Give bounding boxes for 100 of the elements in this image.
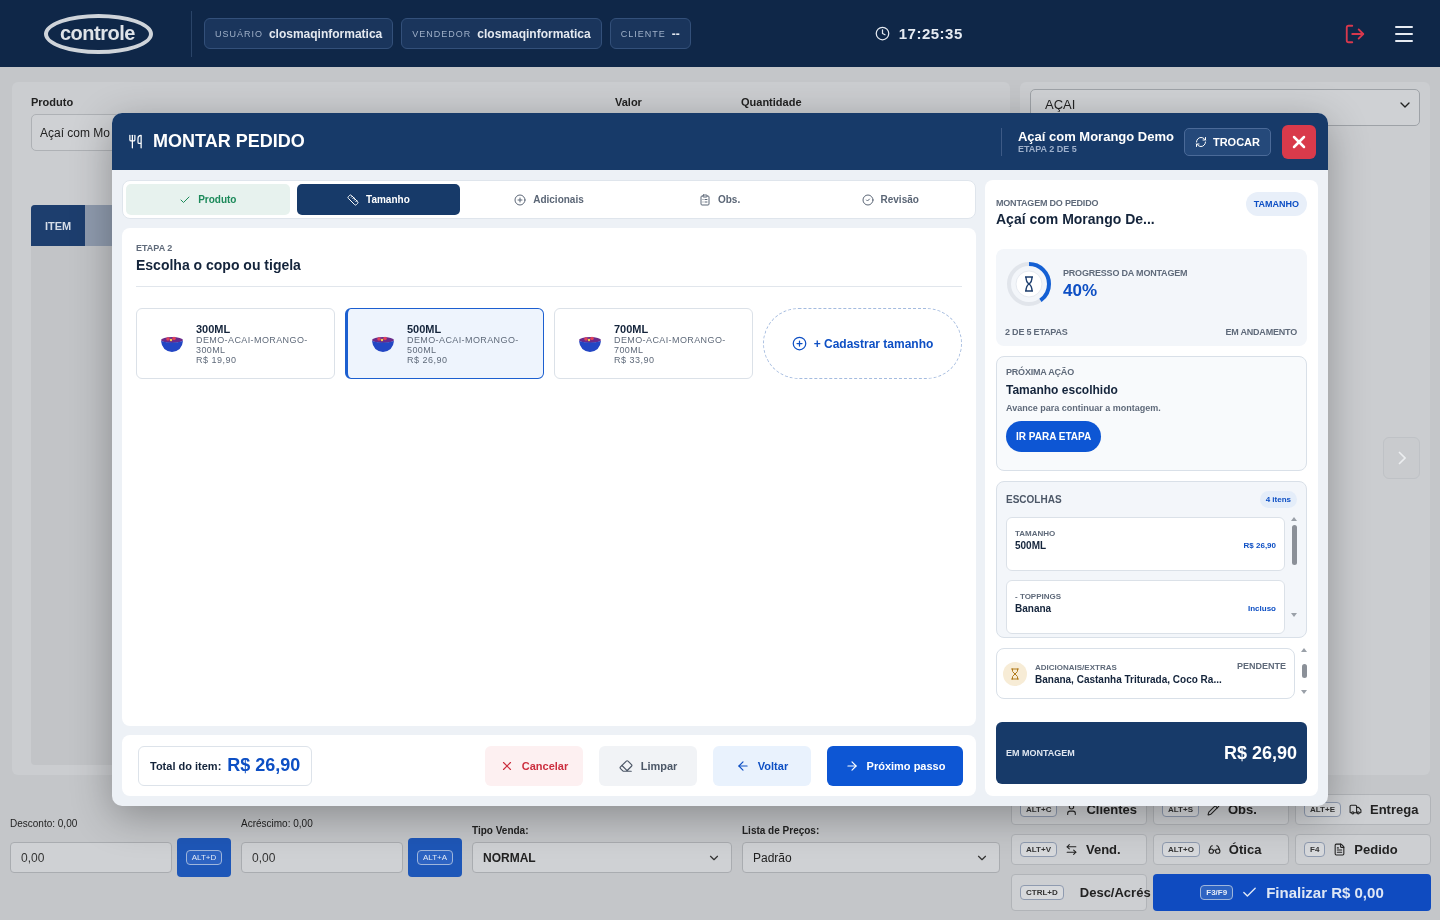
action-label: Vend.	[1085, 842, 1121, 857]
footer-button[interactable]: Limpar	[599, 745, 697, 786]
step-tab[interactable]: Tamanho	[296, 184, 461, 215]
action-label: Ótica	[1228, 842, 1262, 857]
key-cap: ALT+O	[1162, 842, 1200, 857]
step-tab[interactable]: Produto	[126, 184, 290, 215]
clipboard-icon	[698, 193, 711, 206]
check-circle-icon	[861, 193, 874, 206]
chip-value: closmaqinformatica	[477, 26, 591, 41]
arrow-right-icon	[844, 758, 859, 773]
size-code: DEMO-ACAI-MORANGO-300ML	[196, 334, 309, 355]
field-label: Lista de Preços:	[742, 825, 821, 836]
key-cap: F3/F9	[1200, 885, 1234, 900]
key-cap: ALT+D	[185, 850, 223, 865]
step-tab[interactable]: Obs.	[637, 184, 802, 215]
key-cap: ALT+A	[416, 850, 454, 865]
action-button[interactable]: F4 Pedido	[1295, 834, 1431, 865]
choice-group: TAMANHO	[1015, 529, 1056, 538]
go-to-step-button[interactable]: IR PARA ETAPA	[1006, 421, 1102, 452]
size-price: R$ 19,90	[196, 354, 238, 365]
total-label: EM MONTAGEM	[1006, 748, 1075, 758]
action-label: Pedido	[1354, 842, 1398, 857]
chevron-right-icon	[1397, 451, 1406, 465]
action-label: Entrega	[1369, 802, 1419, 817]
choice-price: R$ 26,90	[1243, 541, 1276, 550]
field-label: Quantidade	[741, 96, 802, 108]
action-button[interactable]: ALT+E Entrega	[1295, 794, 1431, 825]
arrow-left-icon	[735, 758, 750, 773]
logout-icon	[1344, 22, 1366, 45]
progress-percent: 40%	[1063, 280, 1099, 301]
summary-title: Açaí com Morango De...	[996, 211, 1155, 227]
shortcut-button[interactable]: ALT+A	[408, 838, 462, 877]
footer-button[interactable]: Voltar	[713, 745, 811, 786]
total-value: R$ 26,90	[1223, 742, 1297, 764]
action-title: Tamanho escolhido	[1006, 383, 1119, 397]
select-value: AÇAI	[1045, 97, 1076, 112]
size-option[interactable]: 300ML DEMO-ACAI-MORANGO-300ML R$ 19,90	[136, 308, 335, 379]
chip-value: closmaqinformatica	[268, 26, 383, 41]
user-icon	[1065, 803, 1079, 816]
size-name: 300ML	[196, 322, 232, 335]
amount-field[interactable]: 0,00	[241, 842, 403, 873]
clock-time: 17:25:35	[898, 25, 963, 42]
pencil-icon	[1206, 803, 1220, 816]
chip-label: USUÁRIO	[214, 28, 263, 39]
eraser-icon	[618, 758, 633, 773]
summary-eyebrow: MONTAGEM DO PEDIDO	[996, 198, 1100, 208]
field-label: Produto	[31, 96, 75, 108]
select-field[interactable]: NORMAL	[472, 842, 732, 873]
action-button[interactable]: ALT+V Vend.	[1011, 834, 1147, 865]
step-tab[interactable]: Revisão	[808, 184, 972, 215]
swap-button[interactable]: TROCAR	[1183, 127, 1271, 156]
plus-circle-icon	[514, 193, 527, 206]
close-button[interactable]	[1282, 124, 1316, 159]
total-value: R$ 26,90	[227, 755, 301, 776]
pending-status: PENDENTE	[1237, 661, 1286, 671]
glasses-icon	[1207, 843, 1221, 856]
size-option[interactable]: 500ML DEMO-ACAI-MORANGO-500ML R$ 26,90	[345, 308, 544, 379]
action-button[interactable]: ALT+O Ótica	[1153, 834, 1289, 865]
count-badge: 4 itens	[1259, 491, 1297, 508]
product-name: Açaí com Morango Demo	[1017, 129, 1174, 144]
action-button[interactable]: F3/F9 Finalizar R$ 0,00	[1153, 874, 1431, 911]
key-cap: F4	[1304, 842, 1326, 857]
refresh-icon	[1194, 135, 1207, 148]
footer-button[interactable]: Cancelar	[485, 745, 583, 786]
action-eyebrow: PRÓXIMA AÇÃO	[1006, 367, 1075, 377]
size-name: 500ML	[407, 322, 443, 335]
logout-button[interactable]	[1344, 22, 1366, 45]
size-price: R$ 33,90	[614, 354, 656, 365]
size-price: R$ 26,90	[407, 354, 449, 365]
clock-icon	[874, 26, 890, 41]
step-tab[interactable]: Adicionais	[467, 184, 631, 215]
select-field[interactable]: Padrão	[742, 842, 1000, 873]
action-label: Finalizar R$ 0,00	[1266, 884, 1384, 901]
choice-group: - TOPPINGS	[1015, 592, 1062, 601]
step-title: Escolha o copo ou tigela	[136, 257, 302, 273]
progress-ring	[1005, 260, 1053, 308]
total-label: Total do item:	[150, 759, 222, 772]
shortcut-button[interactable]: ALT+D	[177, 838, 231, 877]
action-text: Avance para continuar a montagem.	[1006, 403, 1162, 413]
dialog-title: MONTAR PEDIDO	[153, 131, 305, 152]
utensils-icon	[128, 134, 143, 149]
key-cap: ALT+V	[1020, 842, 1057, 857]
step-indicator: ETAPA 2 DE 5	[1017, 144, 1078, 154]
choice-price: Incluso	[1248, 604, 1276, 613]
add-size-button[interactable]: + Cadastrar tamanho	[763, 308, 962, 379]
footer-button[interactable]: Próximo passo	[827, 745, 963, 786]
pending-label: ADICIONAIS/EXTRAS	[1035, 662, 1118, 672]
column-header: ITEM	[31, 205, 85, 246]
plus-circle-icon	[791, 336, 807, 351]
size-option[interactable]: 700ML DEMO-ACAI-MORANGO-700ML R$ 33,90	[554, 308, 753, 379]
pending-value: Banana, Castanha Triturada, Coco Ra...	[1035, 673, 1222, 685]
amount-field[interactable]: 0,00	[10, 842, 172, 873]
logo: controle	[44, 13, 153, 54]
choice-value: Banana	[1015, 603, 1053, 614]
document-icon	[1333, 843, 1347, 856]
chip-label: CLIENTE	[620, 28, 666, 39]
steps-count: 2 DE 5 ETAPAS	[1005, 327, 1068, 337]
field-label: Valor	[615, 96, 643, 108]
chip-value: --	[671, 26, 680, 41]
truck-icon	[1348, 803, 1362, 816]
